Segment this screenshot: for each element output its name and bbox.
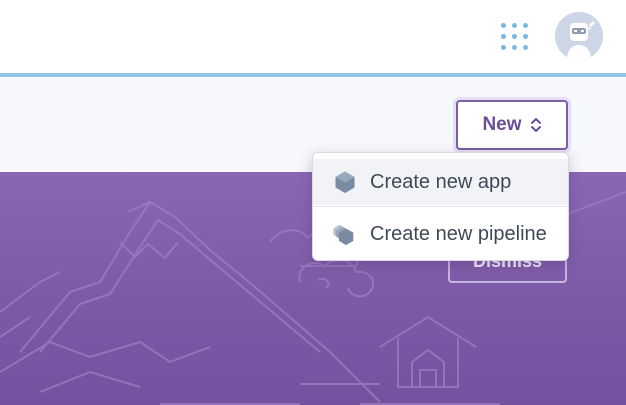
new-button-label: New [482,114,522,135]
menu-item-label: Create new app [370,170,512,193]
menu-divider [313,206,568,207]
menu-item-create-pipeline[interactable]: Create new pipeline [313,211,568,257]
hexagon-app-icon [333,170,357,194]
dashboard-page: Dismiss New Create new app Create new pi… [0,0,626,405]
chevron-up-down-icon [530,118,541,132]
pipeline-stack-icon [333,222,357,246]
new-button[interactable]: New [456,100,568,150]
apps-grid-icon[interactable] [500,22,530,52]
menu-item-label: Create new pipeline [370,222,547,245]
menu-item-create-app[interactable]: Create new app [313,159,568,205]
top-header [0,0,626,73]
new-dropdown-menu: Create new app Create new pipeline [312,152,569,261]
user-avatar-icon[interactable] [555,12,603,60]
